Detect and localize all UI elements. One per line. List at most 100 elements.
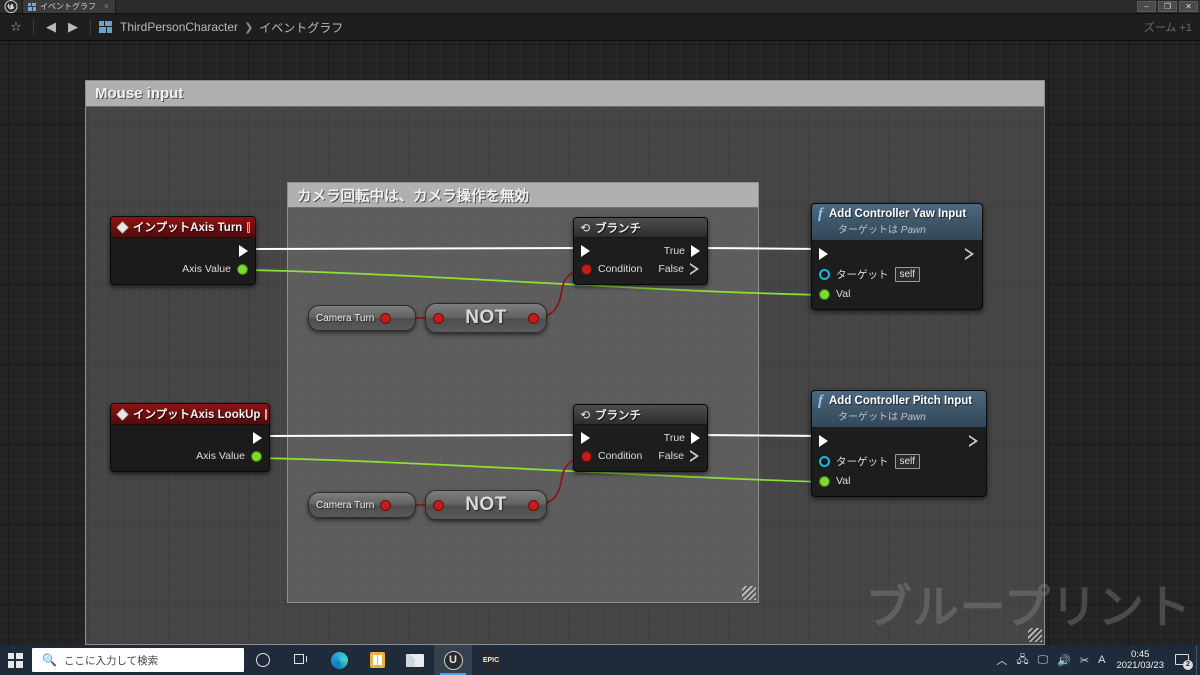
float-input-pin[interactable] — [819, 288, 830, 300]
cortana-button[interactable] — [244, 645, 282, 675]
bool-input-pin[interactable] — [433, 499, 444, 511]
tray-snip-icon[interactable]: ✂ — [1080, 654, 1089, 667]
show-desktop-button[interactable] — [1196, 645, 1200, 675]
node-header[interactable]: インプットAxis Turn — [111, 217, 255, 238]
pin-row-target[interactable]: ターゲット self — [812, 450, 986, 472]
minimize-button[interactable]: – — [1137, 1, 1156, 12]
pin-row-target[interactable]: ターゲット self — [812, 263, 982, 285]
task-view-button[interactable] — [282, 645, 320, 675]
exec-input-pin[interactable] — [819, 435, 828, 447]
event-graph-canvas[interactable]: ブループリント Mouse input カメラ回転中は、カメラ操作を無効 インプ… — [0, 41, 1200, 645]
object-input-pin[interactable] — [819, 268, 830, 280]
exec-input-pin[interactable] — [581, 432, 590, 444]
start-button[interactable] — [0, 645, 30, 675]
bool-output-pin[interactable] — [380, 312, 392, 324]
taskbar-app-edge[interactable] — [320, 645, 358, 675]
exec-output-pin[interactable] — [253, 432, 262, 444]
breadcrumb-separator-icon: ❯ — [244, 21, 254, 34]
node-header[interactable]: ⟲ ブランチ — [574, 405, 707, 425]
target-value-field[interactable]: self — [894, 266, 921, 282]
float-output-pin[interactable] — [251, 450, 262, 462]
maximize-button[interactable]: ❐ — [1158, 1, 1177, 12]
taskbar-clock[interactable]: 0:45 2021/03/23 — [1114, 649, 1166, 671]
tab-event-graph[interactable]: イベントグラフ × — [22, 0, 116, 13]
bool-input-pin[interactable] — [581, 450, 592, 462]
float-output-pin[interactable] — [237, 263, 248, 275]
exec-output-pin-false[interactable] — [690, 449, 700, 463]
comment-title[interactable]: Mouse input — [86, 81, 1044, 107]
pin-row-val[interactable]: Val — [812, 472, 986, 490]
bool-output-pin[interactable] — [527, 499, 539, 511]
pin-row-axis-value[interactable]: Axis Value — [111, 260, 255, 278]
notification-center-button[interactable]: 2 — [1175, 653, 1193, 670]
pin-row-exec-in[interactable] — [574, 429, 649, 447]
node-not-2[interactable]: NOT — [425, 490, 547, 520]
node-branch-2[interactable]: ⟲ ブランチ Condition True False — [573, 404, 708, 472]
tray-network-icon[interactable]: 🖧 — [1016, 651, 1028, 670]
taskbar-app-mail[interactable] — [396, 645, 434, 675]
pin-row-true[interactable]: True — [657, 242, 707, 260]
event-indicator-icon[interactable] — [265, 408, 268, 420]
node-input-axis-lookup[interactable]: インプットAxis LookUp Axis Value — [110, 403, 270, 472]
close-button[interactable]: ✕ — [1179, 1, 1198, 12]
pin-row-val[interactable]: Val — [812, 285, 982, 303]
float-input-pin[interactable] — [819, 475, 830, 487]
node-add-controller-yaw-input[interactable]: f Add Controller Yaw Input ターゲットは Pawn タ… — [811, 203, 983, 310]
exec-output-pin[interactable] — [965, 247, 975, 261]
target-value-field[interactable]: self — [894, 453, 921, 469]
exec-input-pin[interactable] — [819, 248, 828, 260]
pin-row-exec-out[interactable] — [111, 242, 255, 260]
node-variable-camera-turn-1[interactable]: Camera Turn — [308, 305, 416, 331]
taskbar-app-store[interactable] — [358, 645, 396, 675]
exec-input-pin[interactable] — [581, 245, 590, 257]
breadcrumb-leaf[interactable]: イベントグラフ — [259, 19, 343, 36]
forward-arrow-icon[interactable]: ▶ — [62, 16, 84, 38]
tray-volume-icon[interactable]: 🔊 — [1057, 654, 1071, 667]
pin-row-false[interactable]: False — [651, 447, 707, 465]
tray-chevron-icon[interactable]: ︿ — [996, 652, 1007, 668]
node-header[interactable]: f Add Controller Yaw Input ターゲットは Pawn — [812, 204, 982, 241]
breadcrumb-root[interactable]: ThirdPersonCharacter — [120, 20, 238, 34]
exec-output-pin-false[interactable] — [690, 262, 700, 276]
bool-output-pin[interactable] — [380, 499, 392, 511]
node-branch-1[interactable]: ⟲ ブランチ Condition True False — [573, 217, 708, 285]
taskbar-search-input[interactable]: 🔍 ここに入力して検索 — [32, 648, 244, 672]
taskbar-app-epic[interactable]: EPIC — [472, 645, 510, 675]
exec-output-pin-true[interactable] — [691, 245, 700, 257]
taskbar-app-unreal[interactable]: U — [434, 645, 472, 675]
exec-output-pin[interactable] — [969, 434, 979, 448]
tray-display-icon[interactable]: 🖵 — [1038, 654, 1049, 667]
exec-output-pin[interactable] — [239, 245, 248, 257]
comment-resize-grip[interactable] — [1028, 628, 1042, 642]
pin-row-exec[interactable] — [812, 432, 986, 450]
variable-label: Camera Turn — [316, 312, 375, 324]
pin-row-condition[interactable]: Condition — [574, 447, 649, 465]
bool-input-pin[interactable] — [581, 263, 592, 275]
pin-row-condition[interactable]: Condition — [574, 260, 649, 278]
object-input-pin[interactable] — [819, 455, 830, 467]
pin-row-exec[interactable] — [812, 245, 982, 263]
pin-row-exec-out[interactable] — [111, 429, 269, 447]
pin-row-false[interactable]: False — [651, 260, 707, 278]
node-variable-camera-turn-2[interactable]: Camera Turn — [308, 492, 416, 518]
pin-row-exec-in[interactable] — [574, 242, 649, 260]
node-not-1[interactable]: NOT — [425, 303, 547, 333]
comment-resize-grip-inner[interactable] — [742, 586, 756, 600]
comment-title-inner[interactable]: カメラ回転中は、カメラ操作を無効 — [288, 183, 758, 208]
bool-input-pin[interactable] — [433, 312, 444, 324]
back-arrow-icon[interactable]: ◀ — [40, 16, 62, 38]
node-header[interactable]: f Add Controller Pitch Input ターゲットは Pawn — [812, 391, 986, 428]
node-header[interactable]: ⟲ ブランチ — [574, 218, 707, 238]
pin-label-target: ターゲット — [836, 268, 889, 281]
tray-ime-icon[interactable]: A — [1098, 654, 1105, 666]
node-add-controller-pitch-input[interactable]: f Add Controller Pitch Input ターゲットは Pawn… — [811, 390, 987, 497]
pin-row-true[interactable]: True — [657, 429, 707, 447]
node-input-axis-turn[interactable]: インプットAxis Turn Axis Value — [110, 216, 256, 285]
node-header[interactable]: インプットAxis LookUp — [111, 404, 269, 425]
bool-output-pin[interactable] — [527, 312, 539, 324]
tab-close-icon[interactable]: × — [104, 2, 109, 11]
favorite-star-icon[interactable]: ☆ — [5, 16, 27, 38]
pin-row-axis-value[interactable]: Axis Value — [111, 447, 269, 465]
exec-output-pin-true[interactable] — [691, 432, 700, 444]
event-indicator-icon[interactable] — [247, 221, 250, 233]
